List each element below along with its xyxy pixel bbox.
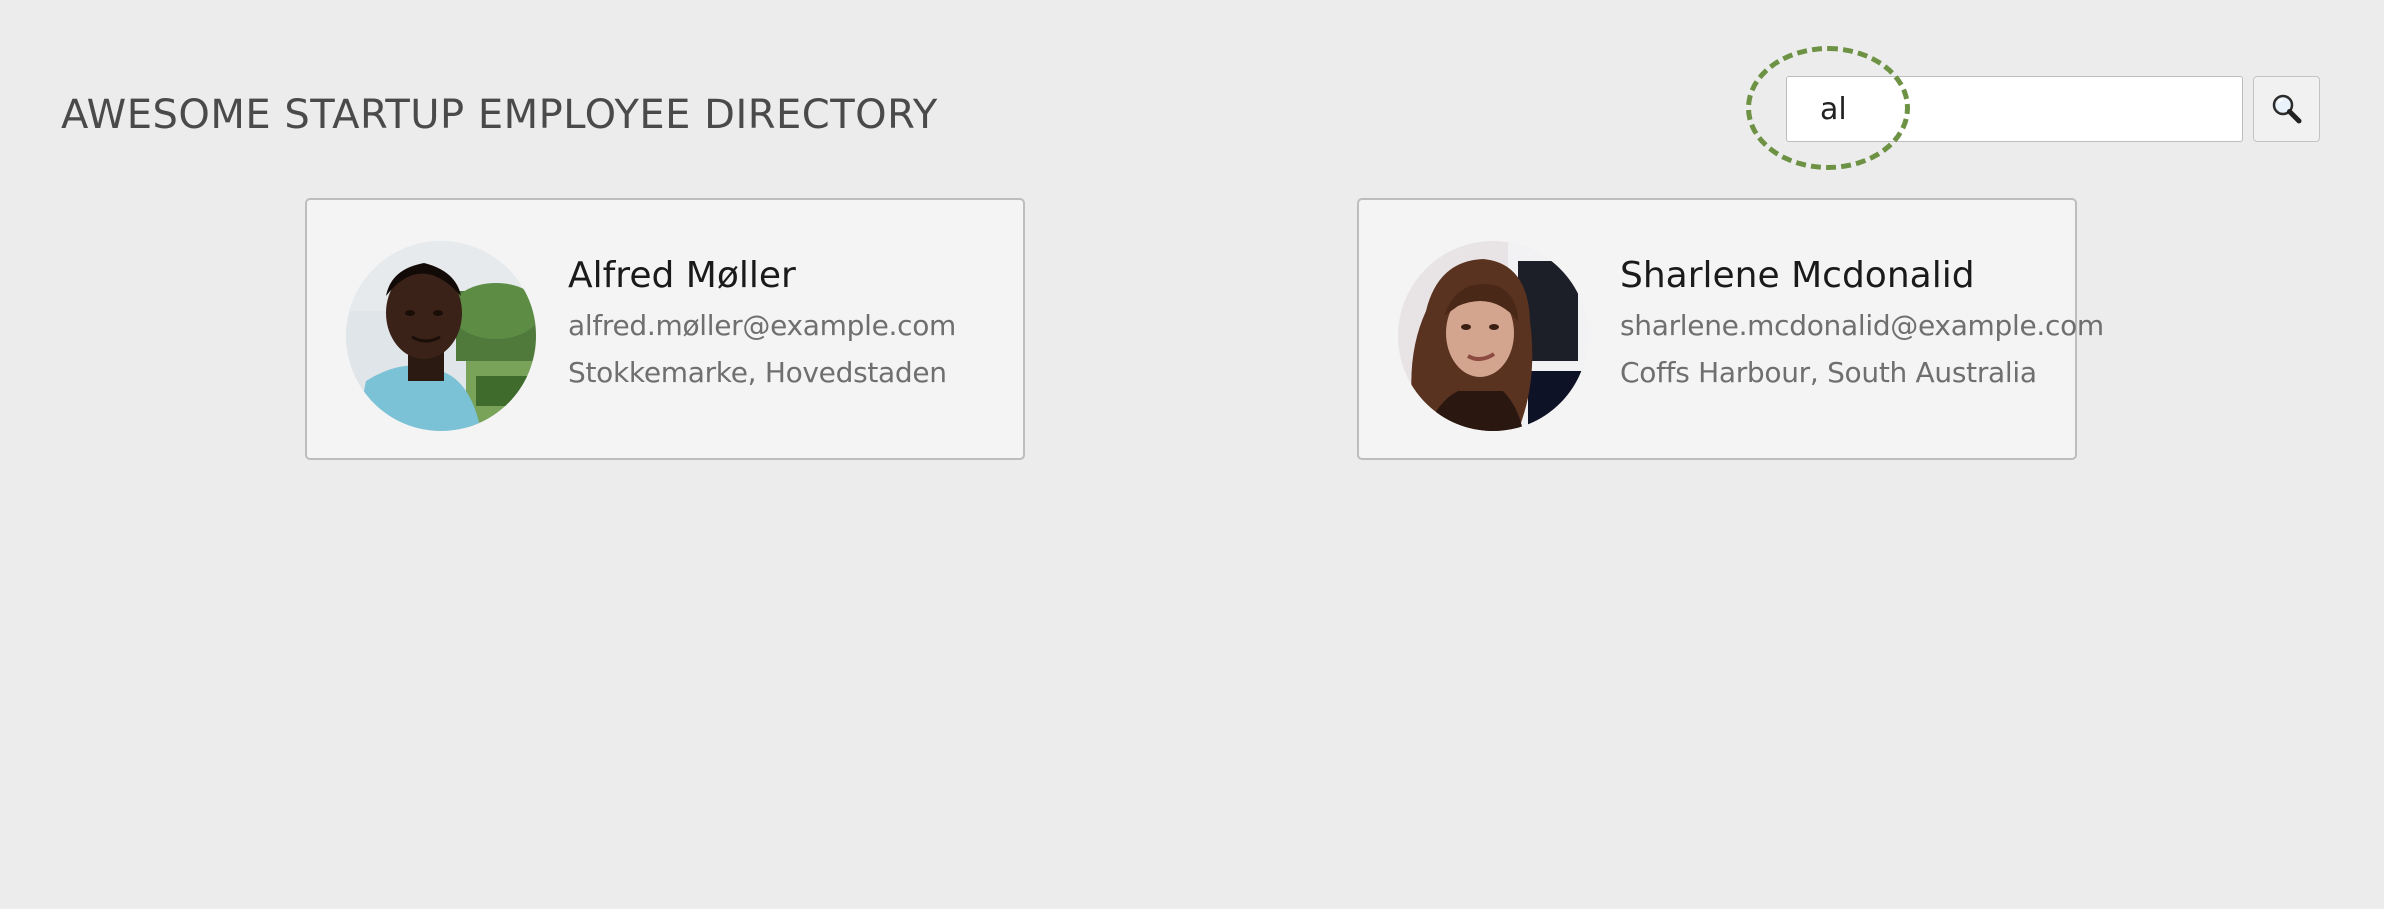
search-input[interactable]: [1786, 76, 2243, 142]
avatar: [346, 241, 536, 431]
employee-location: Stokkemarke, Hovedstaden: [568, 356, 947, 389]
employee-name: Alfred Møller: [568, 255, 796, 296]
page-title: AWESOME STARTUP EMPLOYEE DIRECTORY: [61, 92, 938, 138]
employee-email: alfred.møller@example.com: [568, 309, 957, 342]
search-icon: [2272, 94, 2301, 124]
employee-card[interactable]: Alfred Møller alfred.møller@example.com …: [305, 198, 1025, 460]
employee-location: Coffs Harbour, South Australia: [1620, 356, 2037, 389]
avatar: [1398, 241, 1588, 431]
employee-card[interactable]: Sharlene Mcdonalid sharlene.mcdonalid@ex…: [1357, 198, 2104, 460]
employee-email: sharlene.mcdonalid@example.com: [1620, 309, 2104, 342]
search-button[interactable]: [2253, 76, 2320, 142]
employee-name: Sharlene Mcdonalid: [1620, 255, 1975, 296]
